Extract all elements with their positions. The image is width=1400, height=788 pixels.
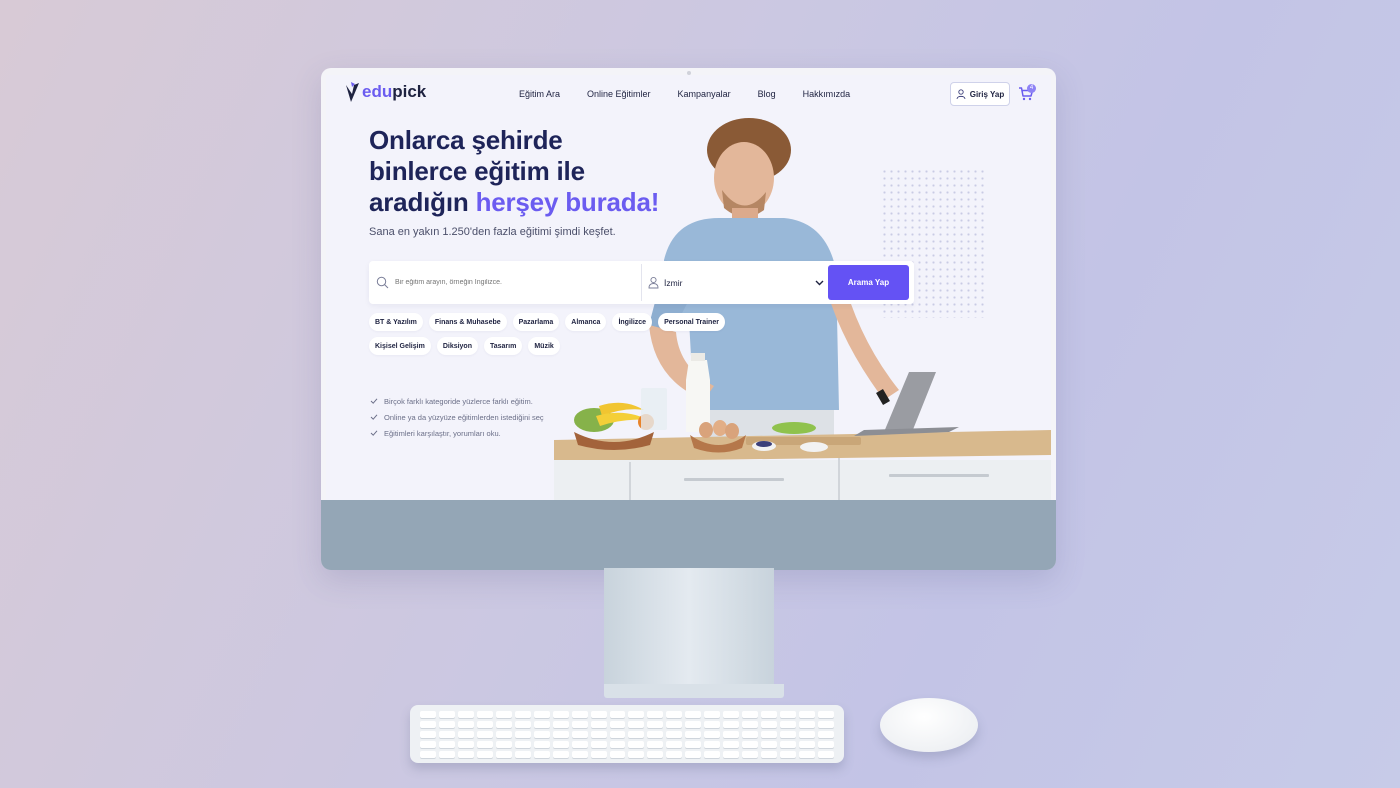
logo-text-pick: pick — [392, 82, 427, 101]
hero-title-line-3-start: aradığın — [369, 187, 469, 217]
hero-title-line-2: binlerce eğitim ile — [369, 156, 585, 186]
category-chip[interactable]: Müzik — [528, 337, 560, 355]
category-chip[interactable]: Finans & Muhasebe — [428, 313, 507, 331]
monitor-stand-foot — [604, 684, 784, 698]
feature-text: Online ya da yüzyüze eğitimlerden istedi… — [384, 412, 544, 422]
search-input[interactable] — [395, 272, 635, 292]
check-icon — [370, 414, 378, 420]
hero-title-line-1: Onlarca şehirde — [369, 125, 563, 155]
category-chip[interactable]: BT & Yazılım — [369, 313, 423, 331]
feature-item: Eğitimleri karşılaştır, yorumları oku. — [370, 425, 544, 441]
search-button[interactable]: Arama Yap — [828, 265, 909, 300]
keyboard — [410, 705, 844, 763]
monitor-stand — [604, 568, 774, 688]
hero-subtitle: Sana en yakın 1.250'den fazla eğitimi şi… — [369, 226, 616, 238]
category-chip[interactable]: Tasarım — [484, 337, 523, 355]
website-screen: edupick Eğitim Ara Online Eğitimler Kamp… — [326, 75, 1051, 500]
feature-text: Eğitimleri karşılaştır, yorumları oku. — [384, 428, 501, 438]
nav-links: Eğitim Ara Online Eğitimler Kampanyalar … — [519, 89, 850, 99]
nav-link-blog[interactable]: Blog — [758, 89, 776, 99]
check-icon — [370, 430, 378, 436]
login-button[interactable]: Giriş Yap — [950, 82, 1010, 106]
check-icon — [370, 398, 378, 404]
chevron-down-icon[interactable] — [814, 277, 825, 288]
hero-title: Onlarca şehirde binlerce eğitim ile arad… — [369, 125, 659, 218]
nav-link-egitim-ara[interactable]: Eğitim Ara — [519, 89, 560, 99]
search-icon — [376, 276, 389, 289]
category-chip[interactable]: Pazarlama — [512, 313, 560, 331]
category-chips: BT & Yazılım Finans & Muhasebe Pazarlama… — [369, 313, 739, 355]
logo-mark-icon — [346, 82, 359, 102]
nav-link-online-egitimler[interactable]: Online Eğitimler — [587, 89, 651, 99]
cart-badge: 4 — [1027, 84, 1036, 93]
logo-text-edu: edu — [362, 82, 393, 101]
feature-item: Online ya da yüzyüze eğitimlerden istedi… — [370, 409, 544, 425]
feature-list: Birçok farklı kategoride yüzlerce farklı… — [370, 393, 544, 441]
feature-text: Birçok farklı kategoride yüzlerce farklı… — [384, 396, 533, 406]
category-chip[interactable]: Almanca — [565, 313, 607, 331]
imac-monitor: edupick Eğitim Ara Online Eğitimler Kamp… — [321, 68, 1056, 570]
search-divider — [641, 264, 642, 301]
user-icon — [956, 89, 966, 99]
location-icon — [648, 276, 659, 289]
hero-title-line-3: aradığın herşey burada! — [369, 187, 659, 218]
nav-link-hakkimizda[interactable]: Hakkımızda — [803, 89, 851, 99]
category-chip[interactable]: Diksiyon — [436, 337, 478, 355]
nav-link-kampanyalar[interactable]: Kampanyalar — [678, 89, 731, 99]
top-nav: edupick Eğitim Ara Online Eğitimler Kamp… — [326, 75, 1051, 115]
location-select-value[interactable]: İzmir — [664, 278, 682, 288]
hero-title-accent: herşey burada! — [475, 187, 660, 217]
mouse — [880, 698, 978, 752]
feature-item: Birçok farklı kategoride yüzlerce farklı… — [370, 393, 544, 409]
category-chip[interactable]: İngilizce — [612, 313, 653, 331]
category-chip[interactable]: Personal Trainer — [658, 313, 725, 331]
search-bar: İzmir Arama Yap — [369, 261, 914, 304]
category-chip[interactable]: Kişisel Gelişim — [369, 337, 431, 355]
monitor-chin — [321, 500, 1056, 570]
login-label: Giriş Yap — [969, 89, 1005, 99]
logo[interactable]: edupick — [346, 82, 426, 102]
